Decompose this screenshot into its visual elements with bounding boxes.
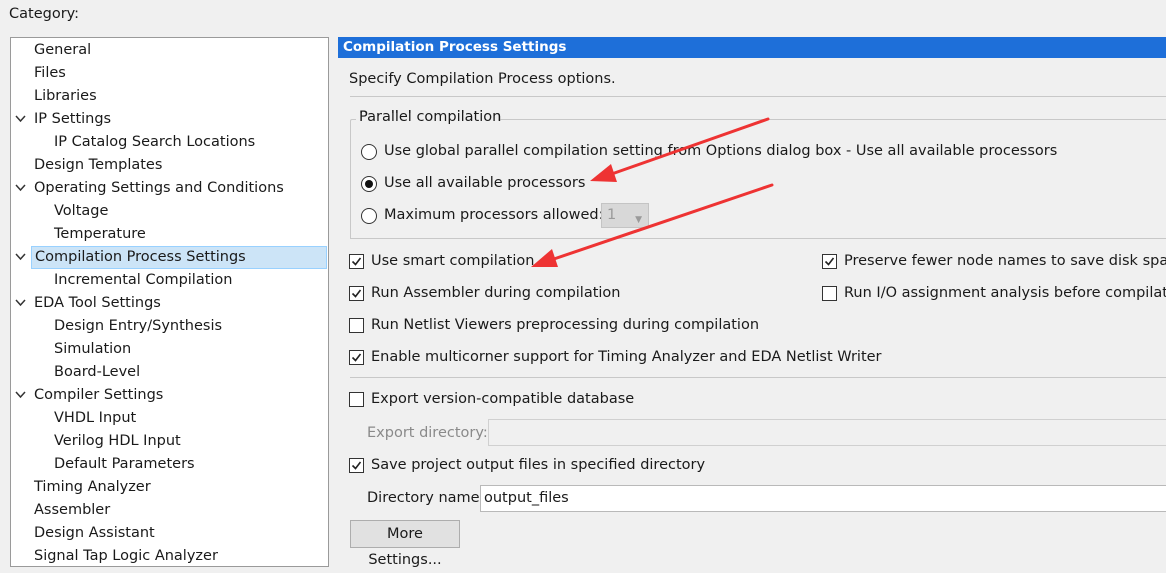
tree-item[interactable]: General <box>31 39 94 62</box>
checkmark-icon <box>351 289 362 298</box>
save-output-files-label: Save project output files in specified d… <box>371 457 706 473</box>
multicorner-checkbox[interactable] <box>349 350 364 365</box>
tree-item[interactable]: IP Catalog Search Locations <box>51 131 258 154</box>
radio-all-processors-label: Use all available processors <box>384 175 586 191</box>
parallel-group-label: Parallel compilation <box>359 109 502 125</box>
run-assembler-checkbox[interactable] <box>349 286 364 301</box>
tree-item[interactable]: VHDL Input <box>51 407 139 430</box>
tree-item[interactable]: Signal Tap Logic Analyzer <box>31 545 221 566</box>
netlist-viewers-checkbox[interactable] <box>349 318 364 333</box>
tree-item[interactable]: Design Entry/Synthesis <box>51 315 225 338</box>
radio-max-processors-label: Maximum processors allowed: <box>384 207 604 223</box>
tree-item[interactable]: Simulation <box>51 338 134 361</box>
category-label: Category: <box>9 6 80 22</box>
smart-compilation-checkbox[interactable] <box>349 254 364 269</box>
checkmark-icon <box>351 461 362 470</box>
radio-all-processors[interactable] <box>361 176 377 192</box>
tree-item[interactable]: Timing Analyzer <box>31 476 154 499</box>
multicorner-label: Enable multicorner support for Timing An… <box>371 349 882 365</box>
tree-item[interactable]: Board-Level <box>51 361 143 384</box>
divider <box>350 96 1166 97</box>
tree-item[interactable]: Voltage <box>51 200 111 223</box>
export-database-checkbox[interactable] <box>349 392 364 407</box>
chevron-down-icon[interactable] <box>15 177 27 200</box>
save-output-files-checkbox[interactable] <box>349 458 364 473</box>
preserve-fewer-nodes-label: Preserve fewer node names to save disk s… <box>844 253 1166 269</box>
tree-item[interactable]: Compilation Process Settings <box>31 246 327 269</box>
tree-item[interactable]: Compiler Settings <box>31 384 166 407</box>
directory-name-label: Directory name: <box>367 490 485 506</box>
divider <box>350 377 1166 378</box>
tree-item[interactable]: EDA Tool Settings <box>31 292 164 315</box>
run-assembler-label: Run Assembler during compilation <box>371 285 621 301</box>
directory-name-field[interactable]: output_files <box>480 485 1166 512</box>
chevron-down-icon: ▼ <box>635 215 642 225</box>
netlist-viewers-label: Run Netlist Viewers preprocessing during… <box>371 317 760 333</box>
smart-compilation-label: Use smart compilation <box>371 253 535 269</box>
section-description: Specify Compilation Process options. <box>349 71 616 87</box>
run-io-analysis-label: Run I/O assignment analysis before compi… <box>844 285 1166 301</box>
tree-item[interactable]: Operating Settings and Conditions <box>31 177 287 200</box>
export-directory-label: Export directory: <box>367 425 488 441</box>
radio-max-processors[interactable] <box>361 208 377 224</box>
tree-item[interactable]: Temperature <box>51 223 149 246</box>
checkmark-icon <box>351 257 362 266</box>
export-database-label: Export version-compatible database <box>371 391 635 407</box>
chevron-down-icon[interactable] <box>15 246 27 269</box>
tree-item[interactable]: IP Settings <box>31 108 114 131</box>
export-directory-field[interactable] <box>488 419 1166 446</box>
tree-item[interactable]: Files <box>31 62 69 85</box>
checkmark-icon <box>824 257 835 266</box>
tree-item[interactable]: Libraries <box>31 85 100 108</box>
settings-pane: Compilation Process Settings Specify Com… <box>338 37 1166 568</box>
max-processors-value: 1 <box>607 207 617 223</box>
tree-item[interactable]: Design Assistant <box>31 522 158 545</box>
chevron-down-icon[interactable] <box>15 384 27 407</box>
category-tree[interactable]: General Files Libraries IP Settings IP Catal… <box>10 37 329 567</box>
section-title: Compilation Process Settings <box>338 37 1166 58</box>
max-processors-select[interactable]: 1 ▼ <box>601 203 649 228</box>
tree-item[interactable]: Verilog HDL Input <box>51 430 184 453</box>
tree-item[interactable]: Assembler <box>31 499 113 522</box>
preserve-fewer-nodes-checkbox[interactable] <box>822 254 837 269</box>
radio-global-setting-label: Use global parallel compilation setting … <box>384 143 1058 159</box>
radio-global-setting[interactable] <box>361 144 377 160</box>
more-settings-button[interactable]: More Settings... <box>350 520 460 568</box>
tree-item[interactable]: Default Parameters <box>51 453 198 476</box>
chevron-down-icon[interactable] <box>15 108 27 131</box>
tree-item[interactable]: Design Templates <box>31 154 165 177</box>
checkmark-icon <box>351 353 362 362</box>
tree-item[interactable]: Incremental Compilation <box>51 269 236 292</box>
chevron-down-icon[interactable] <box>15 292 27 315</box>
run-io-analysis-checkbox[interactable] <box>822 286 837 301</box>
